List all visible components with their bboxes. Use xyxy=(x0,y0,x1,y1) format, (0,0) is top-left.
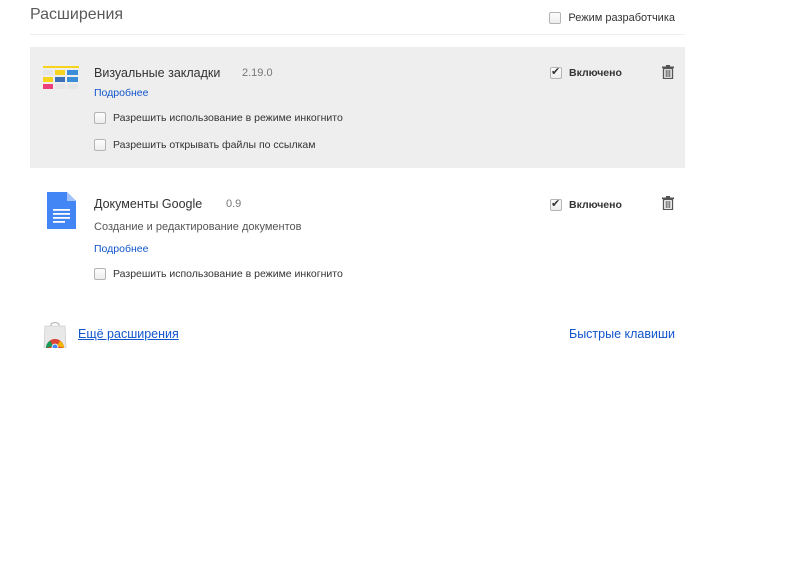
details-link[interactable]: Подробнее xyxy=(94,243,148,255)
extension-item-visual-bookmarks: Визуальные закладки 2.19.0 Подробнее Раз… xyxy=(30,47,685,168)
visual-bookmarks-icon xyxy=(43,66,79,89)
page-title: Расширения xyxy=(30,6,124,23)
extension-item-google-docs: Документы Google 0.9 Создание и редактир… xyxy=(30,180,685,294)
extension-version: 2.19.0 xyxy=(242,67,273,79)
extensions-header: Расширения Режим разработчика xyxy=(30,0,685,35)
extension-version: 0.9 xyxy=(226,198,242,210)
incognito-option-label: Разрешить использование в режиме инкогни… xyxy=(113,112,343,124)
file-urls-option-label: Разрешить открывать файлы по ссылкам xyxy=(113,139,316,151)
incognito-option[interactable]: Разрешить использование в режиме инкогни… xyxy=(94,112,343,124)
chrome-web-store-icon xyxy=(43,322,67,348)
keyboard-shortcuts-link[interactable]: Быстрые клавиши xyxy=(569,327,675,341)
file-urls-option[interactable]: Разрешить открывать файлы по ссылкам xyxy=(94,139,315,151)
incognito-checkbox[interactable] xyxy=(94,112,106,124)
developer-mode-checkbox[interactable] xyxy=(549,12,562,24)
enabled-toggle[interactable]: Включено xyxy=(550,197,622,211)
enabled-toggle[interactable]: Включено xyxy=(550,65,622,79)
google-docs-icon xyxy=(47,192,76,229)
enabled-checkbox[interactable] xyxy=(550,65,562,79)
developer-mode-toggle[interactable]: Режим разработчика xyxy=(549,12,675,24)
extension-description: Создание и редактирование документов xyxy=(94,221,302,233)
incognito-option-label: Разрешить использование в режиме инкогни… xyxy=(113,268,343,280)
enabled-checkbox[interactable] xyxy=(550,197,562,211)
enabled-label: Включено xyxy=(569,67,622,79)
incognito-option[interactable]: Разрешить использование в режиме инкогни… xyxy=(94,268,343,280)
file-urls-checkbox[interactable] xyxy=(94,139,106,151)
extension-name: Документы Google xyxy=(94,197,203,211)
trash-icon[interactable] xyxy=(662,65,674,79)
extension-name: Визуальные закладки xyxy=(94,66,221,80)
details-link[interactable]: Подробнее xyxy=(94,87,148,99)
extensions-footer: Ещё расширения Быстрые клавиши xyxy=(30,318,685,348)
trash-icon[interactable] xyxy=(662,196,674,210)
developer-mode-label: Режим разработчика xyxy=(568,12,675,24)
more-extensions-link[interactable]: Ещё расширения xyxy=(78,327,179,341)
incognito-checkbox[interactable] xyxy=(94,268,106,280)
enabled-label: Включено xyxy=(569,199,622,211)
